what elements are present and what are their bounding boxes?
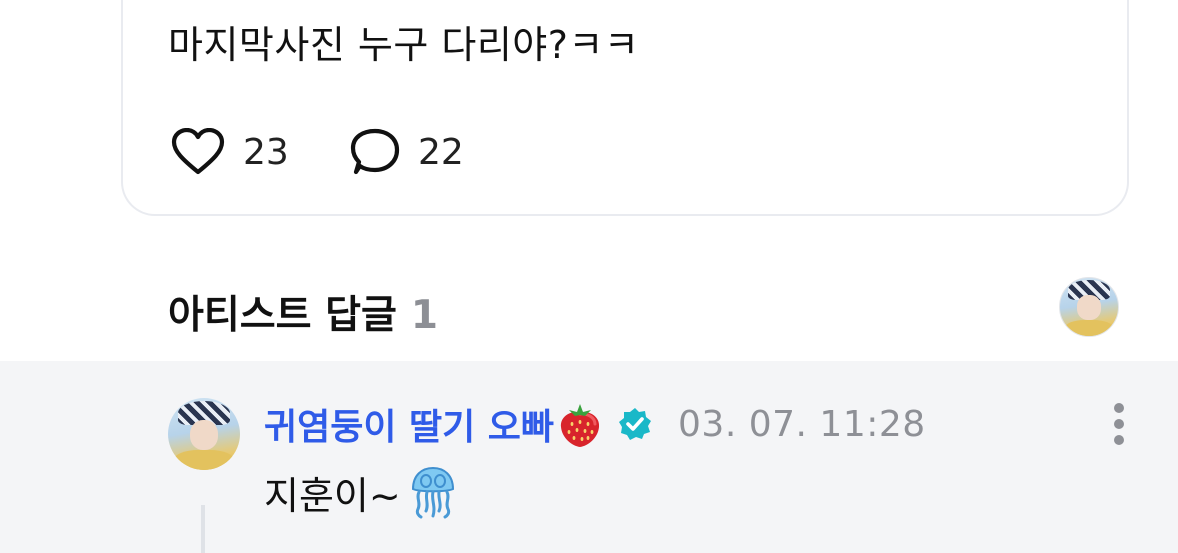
comment-thread-view: 마지막사진 누구 다리야?ㅋㅋ 23 22 아티스트 답글 1 귀염둥이 딸기 … [0, 0, 1178, 553]
avatar-coat [173, 449, 235, 470]
comment-button[interactable]: 22 [350, 128, 464, 176]
like-button[interactable]: 23 [171, 128, 289, 176]
speech-bubble-icon [350, 128, 400, 175]
verified-check-icon [619, 408, 652, 440]
artist-replies-heading: 아티스트 답글 1 [168, 284, 438, 340]
avatar-face [1077, 295, 1101, 320]
comment-count: 22 [418, 131, 464, 173]
heart-outline-icon [171, 128, 225, 175]
reply-header: 귀염둥이 딸기 오빠 03. 07. 11:28 [264, 399, 926, 449]
artist-replies-title: 아티스트 답글 [168, 293, 397, 338]
vertical-ellipsis-icon [1114, 435, 1124, 445]
reply-author-avatar[interactable] [168, 398, 240, 470]
more-options-button[interactable] [1109, 403, 1129, 445]
artist-replies-count: 1 [410, 293, 438, 338]
artist-reply: 귀염둥이 딸기 오빠 03. 07. 11:28 지훈이~ [0, 361, 1178, 553]
vertical-ellipsis-icon [1114, 419, 1124, 429]
thread-connector-line [201, 505, 205, 553]
strawberry-emoji [560, 404, 600, 447]
reply-message: 지훈이~ [264, 473, 401, 518]
avatar-face [189, 419, 219, 450]
like-count: 23 [243, 131, 289, 173]
post-text: 마지막사진 누구 다리야?ㅋㅋ [168, 23, 640, 67]
reply-text: 지훈이~ [264, 465, 457, 519]
vertical-ellipsis-icon [1114, 403, 1124, 413]
avatar-coat [1064, 319, 1114, 336]
reply-author-name[interactable]: 귀염둥이 딸기 오빠 [264, 398, 554, 450]
artist-avatar-small[interactable] [1059, 277, 1119, 337]
reply-timestamp: 03. 07. 11:28 [678, 403, 926, 445]
jellyfish-emoji [411, 466, 454, 519]
